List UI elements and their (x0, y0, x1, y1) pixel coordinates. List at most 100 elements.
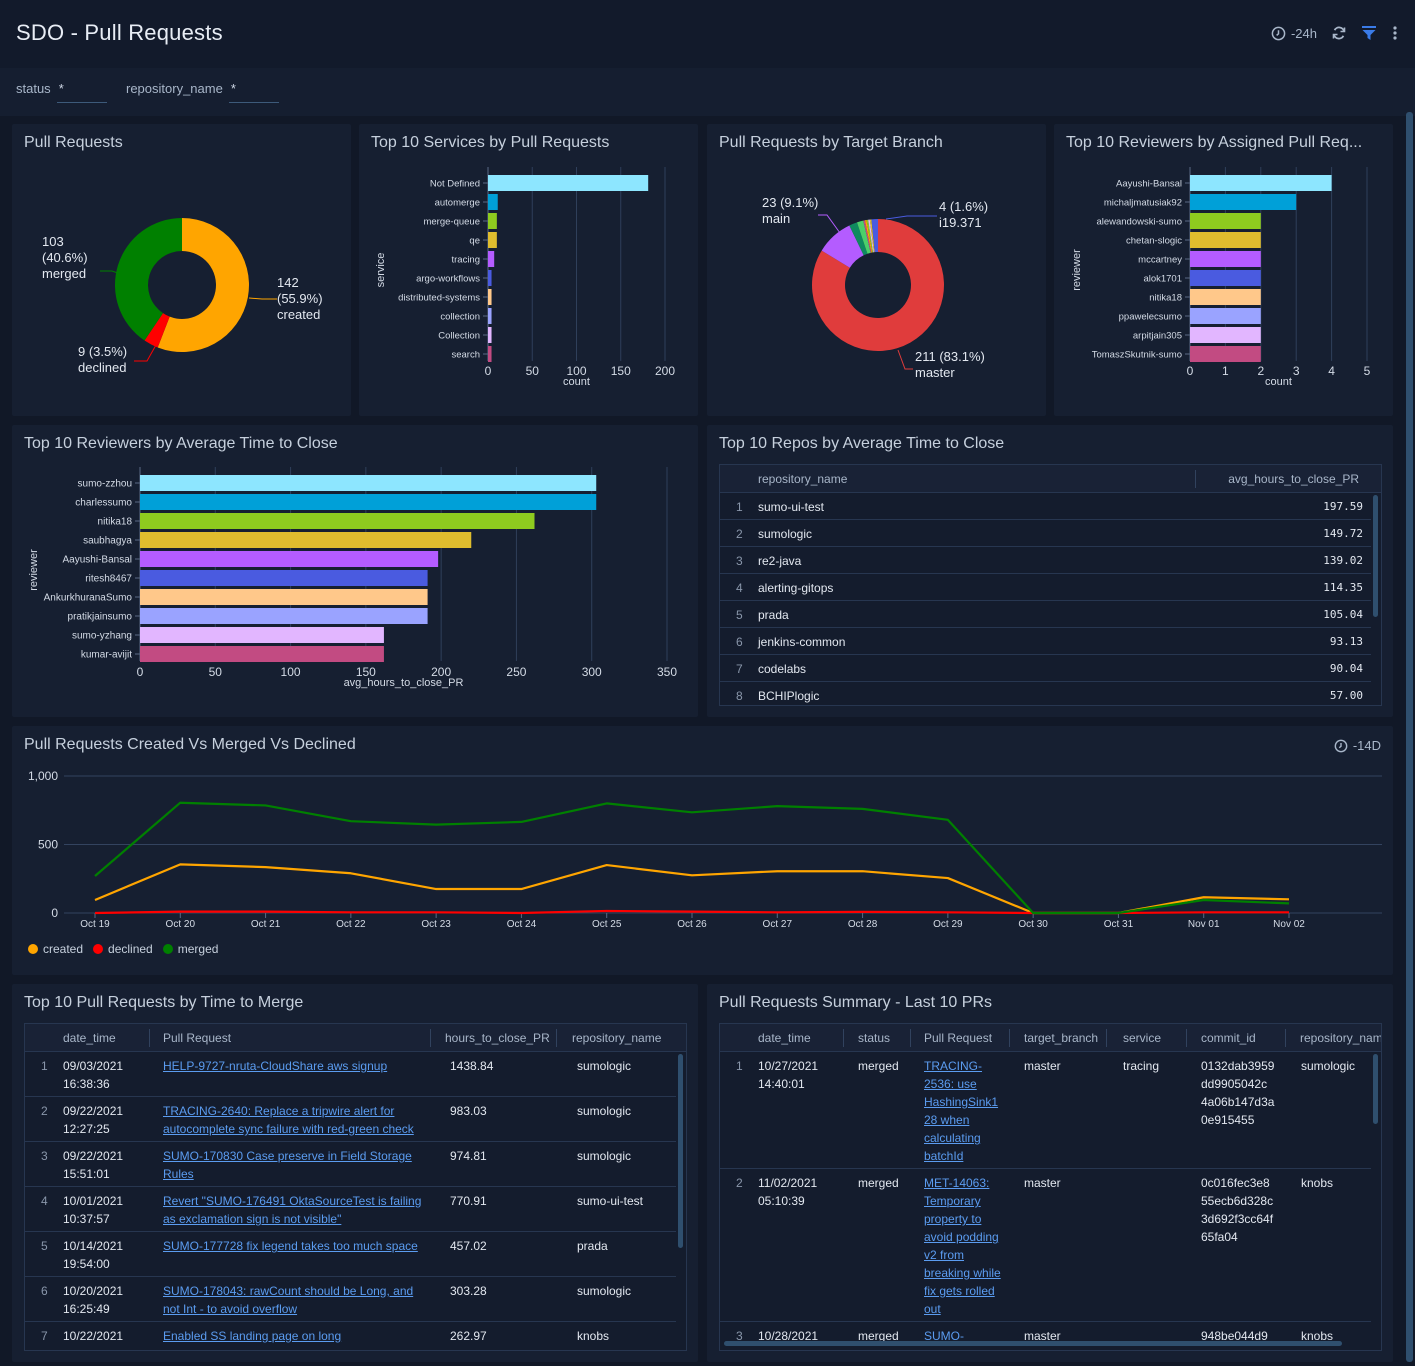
table-row[interactable]: 2 11/02/2021 05:10:39 merged MET-14063: Tempo… (720, 1169, 1371, 1322)
pull-request-link[interactable]: as exclamation sign is not visible" (163, 1210, 421, 1228)
repository-name-filter-input[interactable]: * (228, 81, 279, 103)
column-header-target-branch[interactable]: target_branch (1024, 1031, 1098, 1045)
pull-request-link[interactable]: TRACING-2640: Replace a tripwire alert f… (163, 1102, 414, 1120)
pull-request-link[interactable]: avoid podding (924, 1228, 1001, 1246)
column-header-date-time[interactable]: date_time (63, 1031, 116, 1045)
column-divider[interactable] (149, 1029, 150, 1047)
slice-label: 4 (1.6%) (939, 199, 988, 214)
column-divider[interactable] (556, 1029, 557, 1047)
column-divider[interactable] (1285, 1029, 1286, 1047)
column-divider[interactable] (1186, 1029, 1187, 1047)
panel-summary-last10: Pull Requests Summary - Last 10 PRs date… (707, 984, 1393, 1362)
slice-label: (40.6%) (42, 250, 88, 265)
table-row[interactable]: 6 10/20/2021 16:25:49 SUMO-178043: rawCount… (25, 1277, 676, 1322)
bar-kumar-avijit (140, 646, 384, 662)
page-vertical-scrollbar[interactable] (1406, 112, 1413, 1362)
pull-request-link[interactable]: SUMO-177728 fix legend takes too much sp… (163, 1237, 418, 1255)
table-row[interactable]: 3 re2-java 139.02 (720, 547, 1371, 574)
table-row[interactable]: 8 BCHIPlogic 57.00 (720, 682, 1371, 705)
column-header-repository-name[interactable]: repository_name (572, 1031, 661, 1045)
table-row[interactable]: 4 10/01/2021 10:37:57 Revert "SUMO-176491 O… (25, 1187, 676, 1232)
bar-collection (488, 327, 492, 343)
legend-item-declined[interactable]: declined (93, 942, 153, 956)
table-row[interactable]: 7 10/22/2021 Enabled SS landing page on lo… (25, 1322, 676, 1350)
x-tick-label: Oct 30 (1018, 919, 1048, 930)
table-row[interactable]: 1 10/27/2021 14:40:01 merged TRACING- 2536: u… (720, 1052, 1371, 1169)
pull-request-link[interactable]: batchId (924, 1147, 998, 1165)
refresh-icon[interactable] (1331, 25, 1347, 41)
column-divider[interactable] (1009, 1029, 1010, 1047)
table-row[interactable]: 7 codelabs 90.04 (720, 655, 1371, 682)
column-header-pull-request[interactable]: Pull Request (163, 1031, 231, 1045)
line-chart-legend: created declined merged (28, 942, 218, 956)
line-series-created (94, 863, 1290, 915)
pull-request-link[interactable]: Temporary (924, 1192, 1001, 1210)
table-vertical-scrollbar[interactable] (678, 1054, 683, 1248)
pull-request-link[interactable]: TRACING- (924, 1057, 998, 1075)
commit-id-text: 0c016fec3e8 (1201, 1176, 1270, 1190)
bar-alok1701 (1190, 270, 1261, 286)
table-row[interactable]: 1 09/03/2021 16:38:36 HELP-9727-nruta-Cloud… (25, 1052, 676, 1097)
table-row[interactable]: 3 10/28/2021 merged SUMO-master 948be044d9 kn… (720, 1322, 1371, 1350)
pull-request-link[interactable]: HELP-9727-nruta-CloudShare aws signup (163, 1057, 387, 1075)
column-header-pull-request[interactable]: Pull Request (924, 1031, 992, 1045)
pull-request-link[interactable]: SUMO-170830 Case preserve in Field Stora… (163, 1147, 412, 1165)
pull-request-link[interactable]: fix gets rolled (924, 1282, 1001, 1300)
time-range-button[interactable]: -24h (1271, 26, 1317, 41)
column-header-service[interactable]: service (1123, 1031, 1161, 1045)
pull-request-link[interactable]: breaking while (924, 1264, 1001, 1282)
column-header-repository-name[interactable]: repository_nam (1300, 1031, 1381, 1045)
table-row[interactable]: 3 09/22/2021 15:51:01 SUMO-170830 Case pres… (25, 1142, 676, 1187)
table-row[interactable]: 6 jenkins-common 93.13 (720, 628, 1371, 655)
table-row[interactable]: 5 10/14/2021 19:54:00 SUMO-177728 fix legen… (25, 1232, 676, 1277)
pull-request-link[interactable]: SUMO-178043: rawCount should be Long, an… (163, 1282, 413, 1300)
pull-request-link[interactable]: Rules (163, 1165, 412, 1183)
pull-request-link[interactable]: not Int - to avoid overflow (163, 1300, 413, 1318)
column-header-commit-id[interactable]: commit_id (1201, 1031, 1256, 1045)
pull-request-link[interactable]: MET-14063: (924, 1174, 1001, 1192)
filter-icon[interactable] (1361, 25, 1377, 41)
legend-item-created[interactable]: created (28, 942, 83, 956)
status-filter-input[interactable]: * (56, 81, 107, 103)
column-header-avg-hours[interactable]: avg_hours_to_close_PR (1228, 472, 1359, 486)
column-header-hours-to-close[interactable]: hours_to_close_PR (445, 1031, 550, 1045)
table-row[interactable]: 2 09/22/2021 12:27:25 TRACING-2640: Replace… (25, 1097, 676, 1142)
column-divider[interactable] (1106, 1029, 1107, 1047)
date-time-cell: 10/27/2021 14:40:01 (758, 1057, 818, 1093)
panel-title[interactable]: Top 10 Pull Requests by Time to Merge (24, 994, 303, 1012)
more-vertical-icon[interactable] (1391, 25, 1399, 41)
y-tick-label: 500 (38, 838, 58, 852)
table-vertical-scrollbar[interactable] (1373, 1054, 1378, 1124)
slice-label: master (915, 365, 955, 380)
panel-title[interactable]: Pull Requests Summary - Last 10 PRs (719, 994, 992, 1012)
pull-request-link[interactable]: Enabled SS landing page on long (163, 1327, 341, 1345)
legend-item-merged[interactable]: merged (162, 942, 218, 956)
x-tick-label: Oct 25 (592, 919, 622, 930)
table-row[interactable]: 1 sumo-ui-test 197.59 (720, 493, 1371, 520)
pull-request-link[interactable]: 28 when (924, 1111, 998, 1129)
column-divider[interactable] (843, 1029, 844, 1047)
table-vertical-scrollbar[interactable] (1373, 495, 1378, 617)
commit-id-cell: 0132dab3959 dd9905042c 4a06b147d3a 0e915455 (1201, 1057, 1274, 1129)
y-axis-title: reviewer (28, 549, 40, 591)
pull-request-link[interactable]: out (924, 1300, 1001, 1318)
pull-request-link[interactable]: v2 from (924, 1246, 1001, 1264)
column-header-repository-name[interactable]: repository_name (758, 472, 847, 486)
pull-request-link[interactable]: calculating (924, 1129, 998, 1147)
column-header-status[interactable]: status (858, 1031, 890, 1045)
pull-request-link[interactable]: property to (924, 1210, 1001, 1228)
pull-request-link[interactable]: autocomplete sync failure with red-green… (163, 1120, 414, 1138)
table-horizontal-scrollbar[interactable] (724, 1341, 1342, 1346)
table-row[interactable]: 2 sumologic 149.72 (720, 520, 1371, 547)
panel-target-branch: Pull Requests by Target Branch 211 (83.1… (707, 124, 1046, 416)
column-divider[interactable] (910, 1029, 911, 1047)
pull-request-link[interactable]: 2536: use (924, 1075, 998, 1093)
pull-request-link[interactable]: Revert "SUMO-176491 OktaSourceTest is fa… (163, 1192, 421, 1210)
table-row[interactable]: 5 prada 105.04 (720, 601, 1371, 628)
column-divider[interactable] (430, 1029, 431, 1047)
column-divider[interactable] (1195, 470, 1196, 488)
column-header-date-time[interactable]: date_time (758, 1031, 811, 1045)
pull-request-link[interactable]: HashingSink1 (924, 1093, 998, 1111)
panel-title[interactable]: Top 10 Repos by Average Time to Close (719, 435, 1004, 453)
table-row[interactable]: 4 alerting-gitops 114.35 (720, 574, 1371, 601)
